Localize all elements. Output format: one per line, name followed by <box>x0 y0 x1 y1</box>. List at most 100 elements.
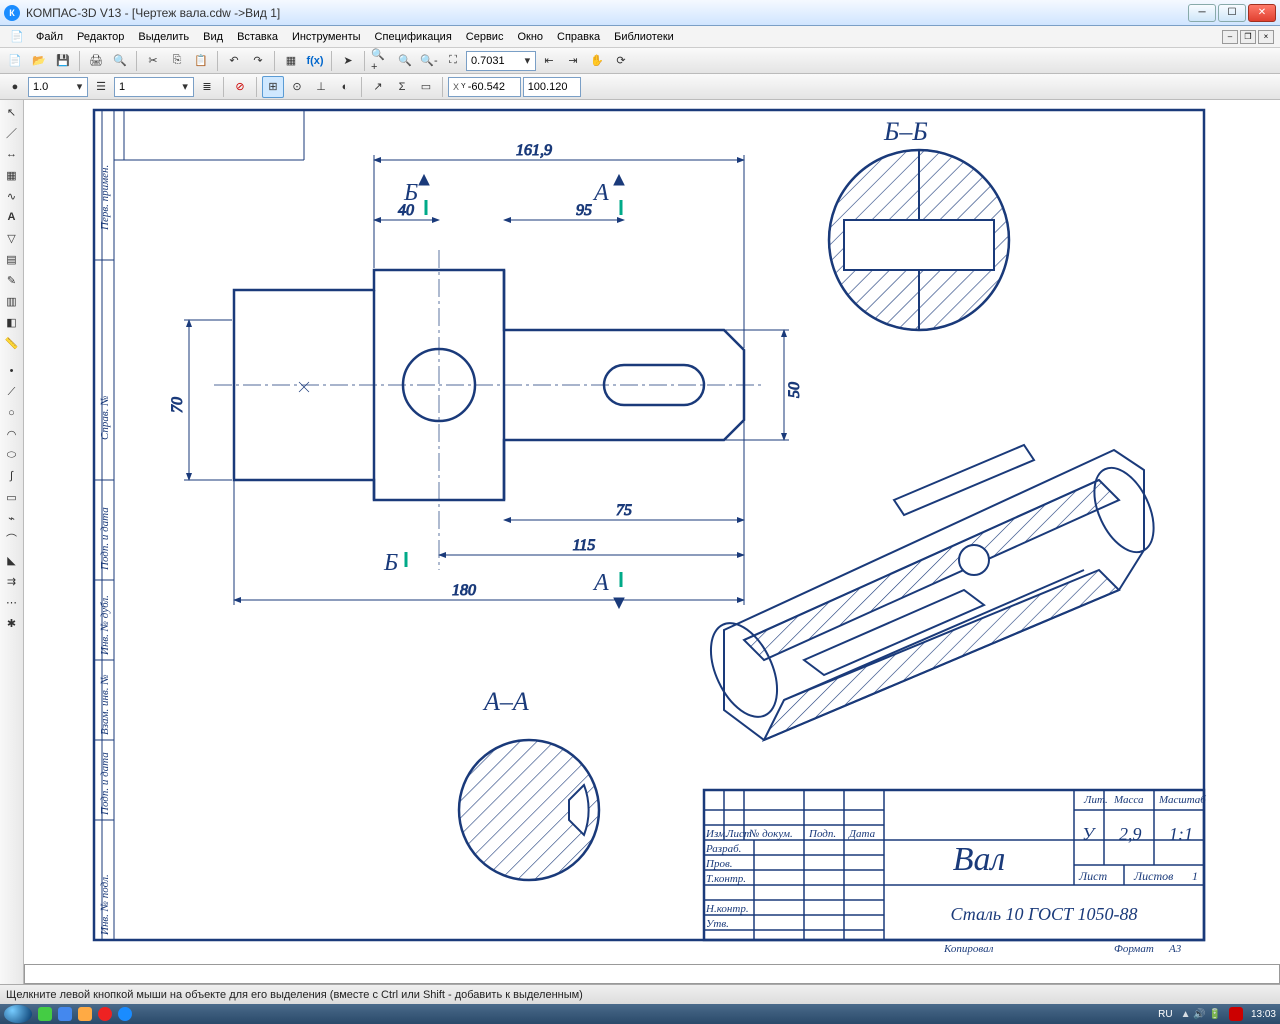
zoom-out-icon[interactable]: 🔍- <box>418 50 440 72</box>
layer-combo[interactable]: ▾ <box>114 77 194 97</box>
zoom-combo[interactable]: ▾ <box>466 51 536 71</box>
menu-window[interactable]: Окно <box>511 29 549 45</box>
command-bar[interactable] <box>24 964 1280 984</box>
variables-icon[interactable]: f(x) <box>304 50 326 72</box>
menu-help[interactable]: Справка <box>551 29 606 45</box>
scale-input[interactable] <box>31 81 74 93</box>
fillet-tool-icon[interactable]: ⌒ <box>2 529 22 549</box>
opera-icon[interactable] <box>98 1007 112 1021</box>
doc-icon[interactable]: 📄 <box>6 26 28 48</box>
menu-select[interactable]: Выделить <box>132 29 195 45</box>
taskbar-app-icon[interactable] <box>58 1007 72 1021</box>
arc-tool-icon[interactable]: ◠ <box>2 424 22 444</box>
local-cs-icon[interactable]: ↗ <box>367 76 389 98</box>
chevron-down-icon[interactable]: ▾ <box>522 54 533 67</box>
measure-tool-icon[interactable]: 📏 <box>2 333 22 353</box>
menu-service[interactable]: Сервис <box>460 29 510 45</box>
symbol-tool-icon[interactable]: ✱ <box>2 613 22 633</box>
circle-tool-icon[interactable]: ○ <box>2 403 22 423</box>
paste-icon[interactable]: 📋 <box>190 50 212 72</box>
refresh-icon[interactable]: ⟳ <box>610 50 632 72</box>
spline-tool-icon[interactable]: ∿ <box>2 186 22 206</box>
tb-prov: Пров. <box>705 858 732 870</box>
hatch-tool-icon[interactable]: ▦ <box>2 165 22 185</box>
dimension-tool-icon[interactable]: ↔ <box>2 144 22 164</box>
menu-editor[interactable]: Редактор <box>71 29 130 45</box>
zoom-input[interactable] <box>469 55 522 67</box>
chamfer-tool-icon[interactable]: ◣ <box>2 550 22 570</box>
open-icon[interactable]: 📂 <box>28 50 50 72</box>
coord-x-input[interactable] <box>468 81 516 93</box>
grid-icon[interactable]: ⊞ <box>262 76 284 98</box>
table-tool-icon[interactable]: ▤ <box>2 249 22 269</box>
menu-spec[interactable]: Спецификация <box>369 29 458 45</box>
print-icon[interactable]: 🖨 <box>85 50 107 72</box>
cut-icon[interactable]: ✂ <box>142 50 164 72</box>
select-tool-icon[interactable]: ↖ <box>2 102 22 122</box>
aux-tool-icon[interactable]: ⋯ <box>2 592 22 612</box>
line-tool-icon[interactable]: ／ <box>2 123 22 143</box>
point-tool-icon[interactable]: • <box>2 361 22 381</box>
new-icon[interactable]: 📄 <box>4 50 26 72</box>
taskbar-app-icon[interactable] <box>38 1007 52 1021</box>
pan-icon[interactable]: ✋ <box>586 50 608 72</box>
ortho-icon[interactable]: ⊥ <box>310 76 332 98</box>
mdi-restore-button[interactable]: ❐ <box>1240 30 1256 44</box>
rect-tool-icon[interactable]: ▭ <box>2 487 22 507</box>
edit-tool-icon[interactable]: ✎ <box>2 270 22 290</box>
layer-input[interactable] <box>117 81 179 93</box>
undo-icon[interactable]: ↶ <box>223 50 245 72</box>
coord-x-box[interactable]: XY <box>448 77 521 97</box>
menu-insert[interactable]: Вставка <box>231 29 284 45</box>
chevron-down-icon[interactable]: ▾ <box>74 80 85 93</box>
polyline-tool-icon[interactable]: ⌁ <box>2 508 22 528</box>
save-icon[interactable]: 💾 <box>52 50 74 72</box>
coord-y-box[interactable] <box>523 77 581 97</box>
param-tool-icon[interactable]: ◧ <box>2 312 22 332</box>
stop-icon[interactable]: ⊘ <box>229 76 251 98</box>
snap-icon[interactable]: ⊙ <box>286 76 308 98</box>
chevron-down-icon[interactable]: ▾ <box>179 80 191 93</box>
mode-icon[interactable]: ▭ <box>415 76 437 98</box>
preview-icon[interactable]: 🔍 <box>109 50 131 72</box>
text-tool-icon[interactable]: A <box>2 207 22 227</box>
redo-icon[interactable]: ↷ <box>247 50 269 72</box>
manager-icon[interactable]: ▦ <box>280 50 302 72</box>
state-icon[interactable]: ● <box>4 76 26 98</box>
menu-libs[interactable]: Библиотеки <box>608 29 680 45</box>
cursor-icon[interactable]: ➤ <box>337 50 359 72</box>
minimize-button[interactable]: ─ <box>1188 4 1216 22</box>
tray-lang[interactable]: RU <box>1158 1009 1172 1020</box>
segment-tool-icon[interactable]: ⟋ <box>2 382 22 402</box>
ellipse-tool-icon[interactable]: ⬭ <box>2 445 22 465</box>
layer-icon[interactable]: ☰ <box>90 76 112 98</box>
round-icon[interactable]: ◐ <box>334 76 356 98</box>
drawing-canvas[interactable]: Перв. примен. Справ. № Подп. и дата Инв.… <box>24 100 1280 964</box>
mdi-minimize-button[interactable]: – <box>1222 30 1238 44</box>
maximize-button[interactable]: ☐ <box>1218 4 1246 22</box>
spec-tool-icon[interactable]: ▥ <box>2 291 22 311</box>
menu-view[interactable]: Вид <box>197 29 229 45</box>
zoom-fit-icon[interactable]: ⛶ <box>442 50 464 72</box>
start-button[interactable] <box>4 1005 32 1023</box>
zoom-prev-icon[interactable]: ⇤ <box>538 50 560 72</box>
bezier-tool-icon[interactable]: ∫ <box>2 466 22 486</box>
mdi-close-button[interactable]: × <box>1258 30 1274 44</box>
zoom-in-icon[interactable]: 🔍+ <box>370 50 392 72</box>
zoom-next-icon[interactable]: ⇥ <box>562 50 584 72</box>
menu-tools[interactable]: Инструменты <box>286 29 367 45</box>
close-button[interactable]: ✕ <box>1248 4 1276 22</box>
ati-icon[interactable] <box>1229 1007 1243 1021</box>
tb-list-l: Лист <box>1078 869 1107 883</box>
coord-y-input[interactable] <box>528 81 576 93</box>
taskbar-app-icon[interactable] <box>78 1007 92 1021</box>
scale-combo[interactable]: ▾ <box>28 77 88 97</box>
kompas-taskbar-icon[interactable] <box>118 1007 132 1021</box>
zoom-window-icon[interactable]: 🔍 <box>394 50 416 72</box>
param-icon[interactable]: Σ <box>391 76 413 98</box>
layers-icon[interactable]: ≣ <box>196 76 218 98</box>
copy-icon[interactable]: ⎘ <box>166 50 188 72</box>
rough-tool-icon[interactable]: ▽ <box>2 228 22 248</box>
offset-tool-icon[interactable]: ⇉ <box>2 571 22 591</box>
menu-file[interactable]: Файл <box>30 29 69 45</box>
